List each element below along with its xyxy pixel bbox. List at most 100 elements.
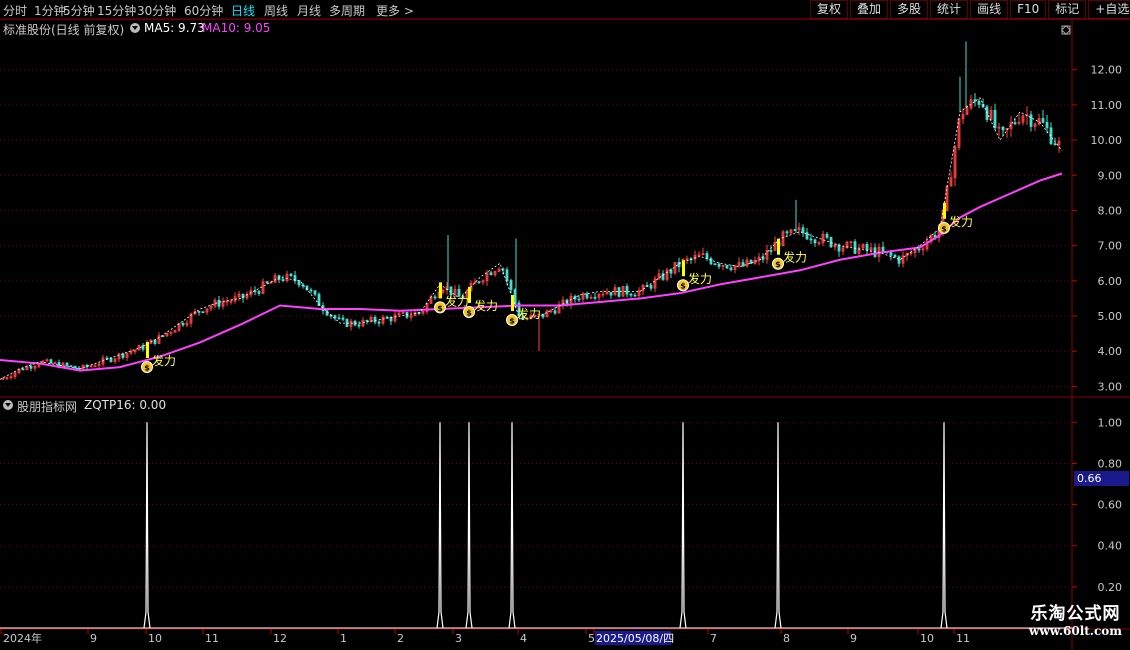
- brand-name: 乐淘公式网: [1030, 604, 1121, 624]
- signal-bar: [777, 238, 780, 255]
- signal-bar: [146, 342, 149, 359]
- candle-body: [881, 246, 885, 252]
- money-bag-icon: $: [772, 257, 784, 270]
- candle-body: [609, 292, 613, 296]
- candle-body: [825, 233, 829, 238]
- money-bag-glyph: $: [680, 282, 686, 291]
- candle-body: [49, 359, 53, 364]
- x-tick-label: 10: [920, 632, 934, 645]
- x-tick-label: 12: [273, 632, 287, 645]
- x-tick-label: 2: [397, 632, 404, 645]
- money-bag-glyph: $: [509, 317, 515, 326]
- candle-body: [593, 296, 597, 299]
- candle-body: [1029, 114, 1033, 127]
- candle-body: [509, 280, 513, 291]
- x-tick-label: 11: [205, 632, 219, 645]
- money-bag-glyph: $: [775, 260, 781, 269]
- candle-body: [197, 310, 201, 313]
- y-tick-label: 9.00: [1098, 169, 1123, 182]
- indicator-toggle-icon[interactable]: [3, 400, 13, 410]
- signal-bar: [943, 202, 946, 219]
- signal-label: 发力: [474, 298, 498, 313]
- x-tick-label: 9: [90, 632, 97, 645]
- candle-body: [365, 319, 369, 322]
- candle-body: [585, 293, 589, 299]
- money-bag-icon: $: [434, 301, 446, 314]
- y-tick-label: 11.00: [1091, 99, 1123, 112]
- candle-body: [1013, 122, 1017, 125]
- cursor-value-box: 0.66: [1074, 471, 1129, 486]
- indicator-formula: ZQTP16: 0.00: [84, 398, 167, 412]
- candle-body: [241, 293, 245, 299]
- candle-body: [373, 316, 377, 323]
- candle-body: [309, 289, 313, 292]
- candle-body: [337, 317, 341, 320]
- money-bag-glyph: $: [466, 308, 472, 317]
- y-tick-label: 7.00: [1098, 240, 1123, 253]
- candle-body: [21, 368, 25, 371]
- y-tick-label: 5.00: [1098, 310, 1123, 323]
- kline-chart[interactable]: $ 发力$ 发力$ 发力$ 发力$ 发力$ 发力$ 发力 3.004.005.006.007.…: [0, 0, 1130, 650]
- indicator-spike: [508, 422, 516, 629]
- candle-body: [377, 321, 381, 324]
- candle-body: [201, 311, 205, 314]
- candle-body: [577, 298, 581, 301]
- candle-body: [993, 109, 997, 129]
- candle-body: [257, 291, 261, 294]
- candle-body: [829, 237, 833, 248]
- candle-body: [853, 241, 857, 254]
- candle-body: [717, 263, 721, 267]
- signal-bar: [468, 286, 471, 303]
- candle-body: [553, 310, 557, 314]
- y-tick-label: 0.40: [1098, 540, 1123, 553]
- money-bag-glyph: $: [144, 364, 150, 373]
- x-tick-label: 2024年: [3, 631, 42, 645]
- y-tick-label: 12.00: [1091, 64, 1123, 77]
- candle-body: [325, 310, 329, 316]
- candle-body: [281, 279, 285, 281]
- candle-body: [433, 296, 437, 299]
- indicator-title: 股朋指标网: [17, 400, 78, 414]
- x-tick-label: 1: [340, 632, 347, 645]
- candle-body: [917, 248, 921, 251]
- candle-body: [705, 253, 709, 260]
- x-tick-label: 3: [455, 632, 462, 645]
- candle-body: [741, 262, 745, 267]
- candle-body: [649, 285, 653, 289]
- candle-body: [713, 263, 717, 266]
- candle-body: [341, 317, 345, 320]
- candle-body: [313, 290, 317, 295]
- candle-body: [297, 280, 301, 286]
- candle-body: [625, 286, 629, 295]
- candle-body: [813, 239, 817, 244]
- indicator-spike: [465, 422, 473, 629]
- candle-body: [725, 265, 729, 269]
- panel-diamond-icon[interactable]: [1061, 25, 1071, 35]
- money-bag-icon: $: [463, 305, 475, 318]
- candle-body: [769, 249, 773, 252]
- brand-watermark: 乐淘公式网 www.60lt.com: [1029, 599, 1122, 638]
- candle-body: [289, 273, 293, 276]
- y-tick-label: 0.60: [1098, 499, 1123, 512]
- indicator-spike: [679, 422, 687, 629]
- candle-body: [69, 365, 73, 368]
- candle-body: [1001, 126, 1005, 131]
- money-bag-icon: $: [938, 221, 950, 234]
- signal-bar: [682, 260, 685, 277]
- signal-label: 发力: [949, 214, 973, 229]
- signal-label: 发力: [688, 271, 712, 286]
- date-cursor-label: 2025/05/08/四: [596, 632, 674, 645]
- candle-body: [29, 365, 33, 369]
- y-tick-label: 10.00: [1091, 134, 1123, 147]
- indicator-spike: [774, 422, 782, 629]
- candle-body: [865, 244, 869, 251]
- candle-body: [121, 353, 125, 358]
- indicator-spike: [143, 422, 151, 629]
- candle-body: [477, 281, 481, 284]
- candle-body: [1045, 121, 1049, 129]
- indicator-spike: [436, 422, 444, 629]
- y-tick-label: 4.00: [1098, 345, 1123, 358]
- candle-body: [809, 238, 813, 241]
- x-tick-label: 11: [956, 632, 970, 645]
- x-tick-label: 8: [783, 632, 790, 645]
